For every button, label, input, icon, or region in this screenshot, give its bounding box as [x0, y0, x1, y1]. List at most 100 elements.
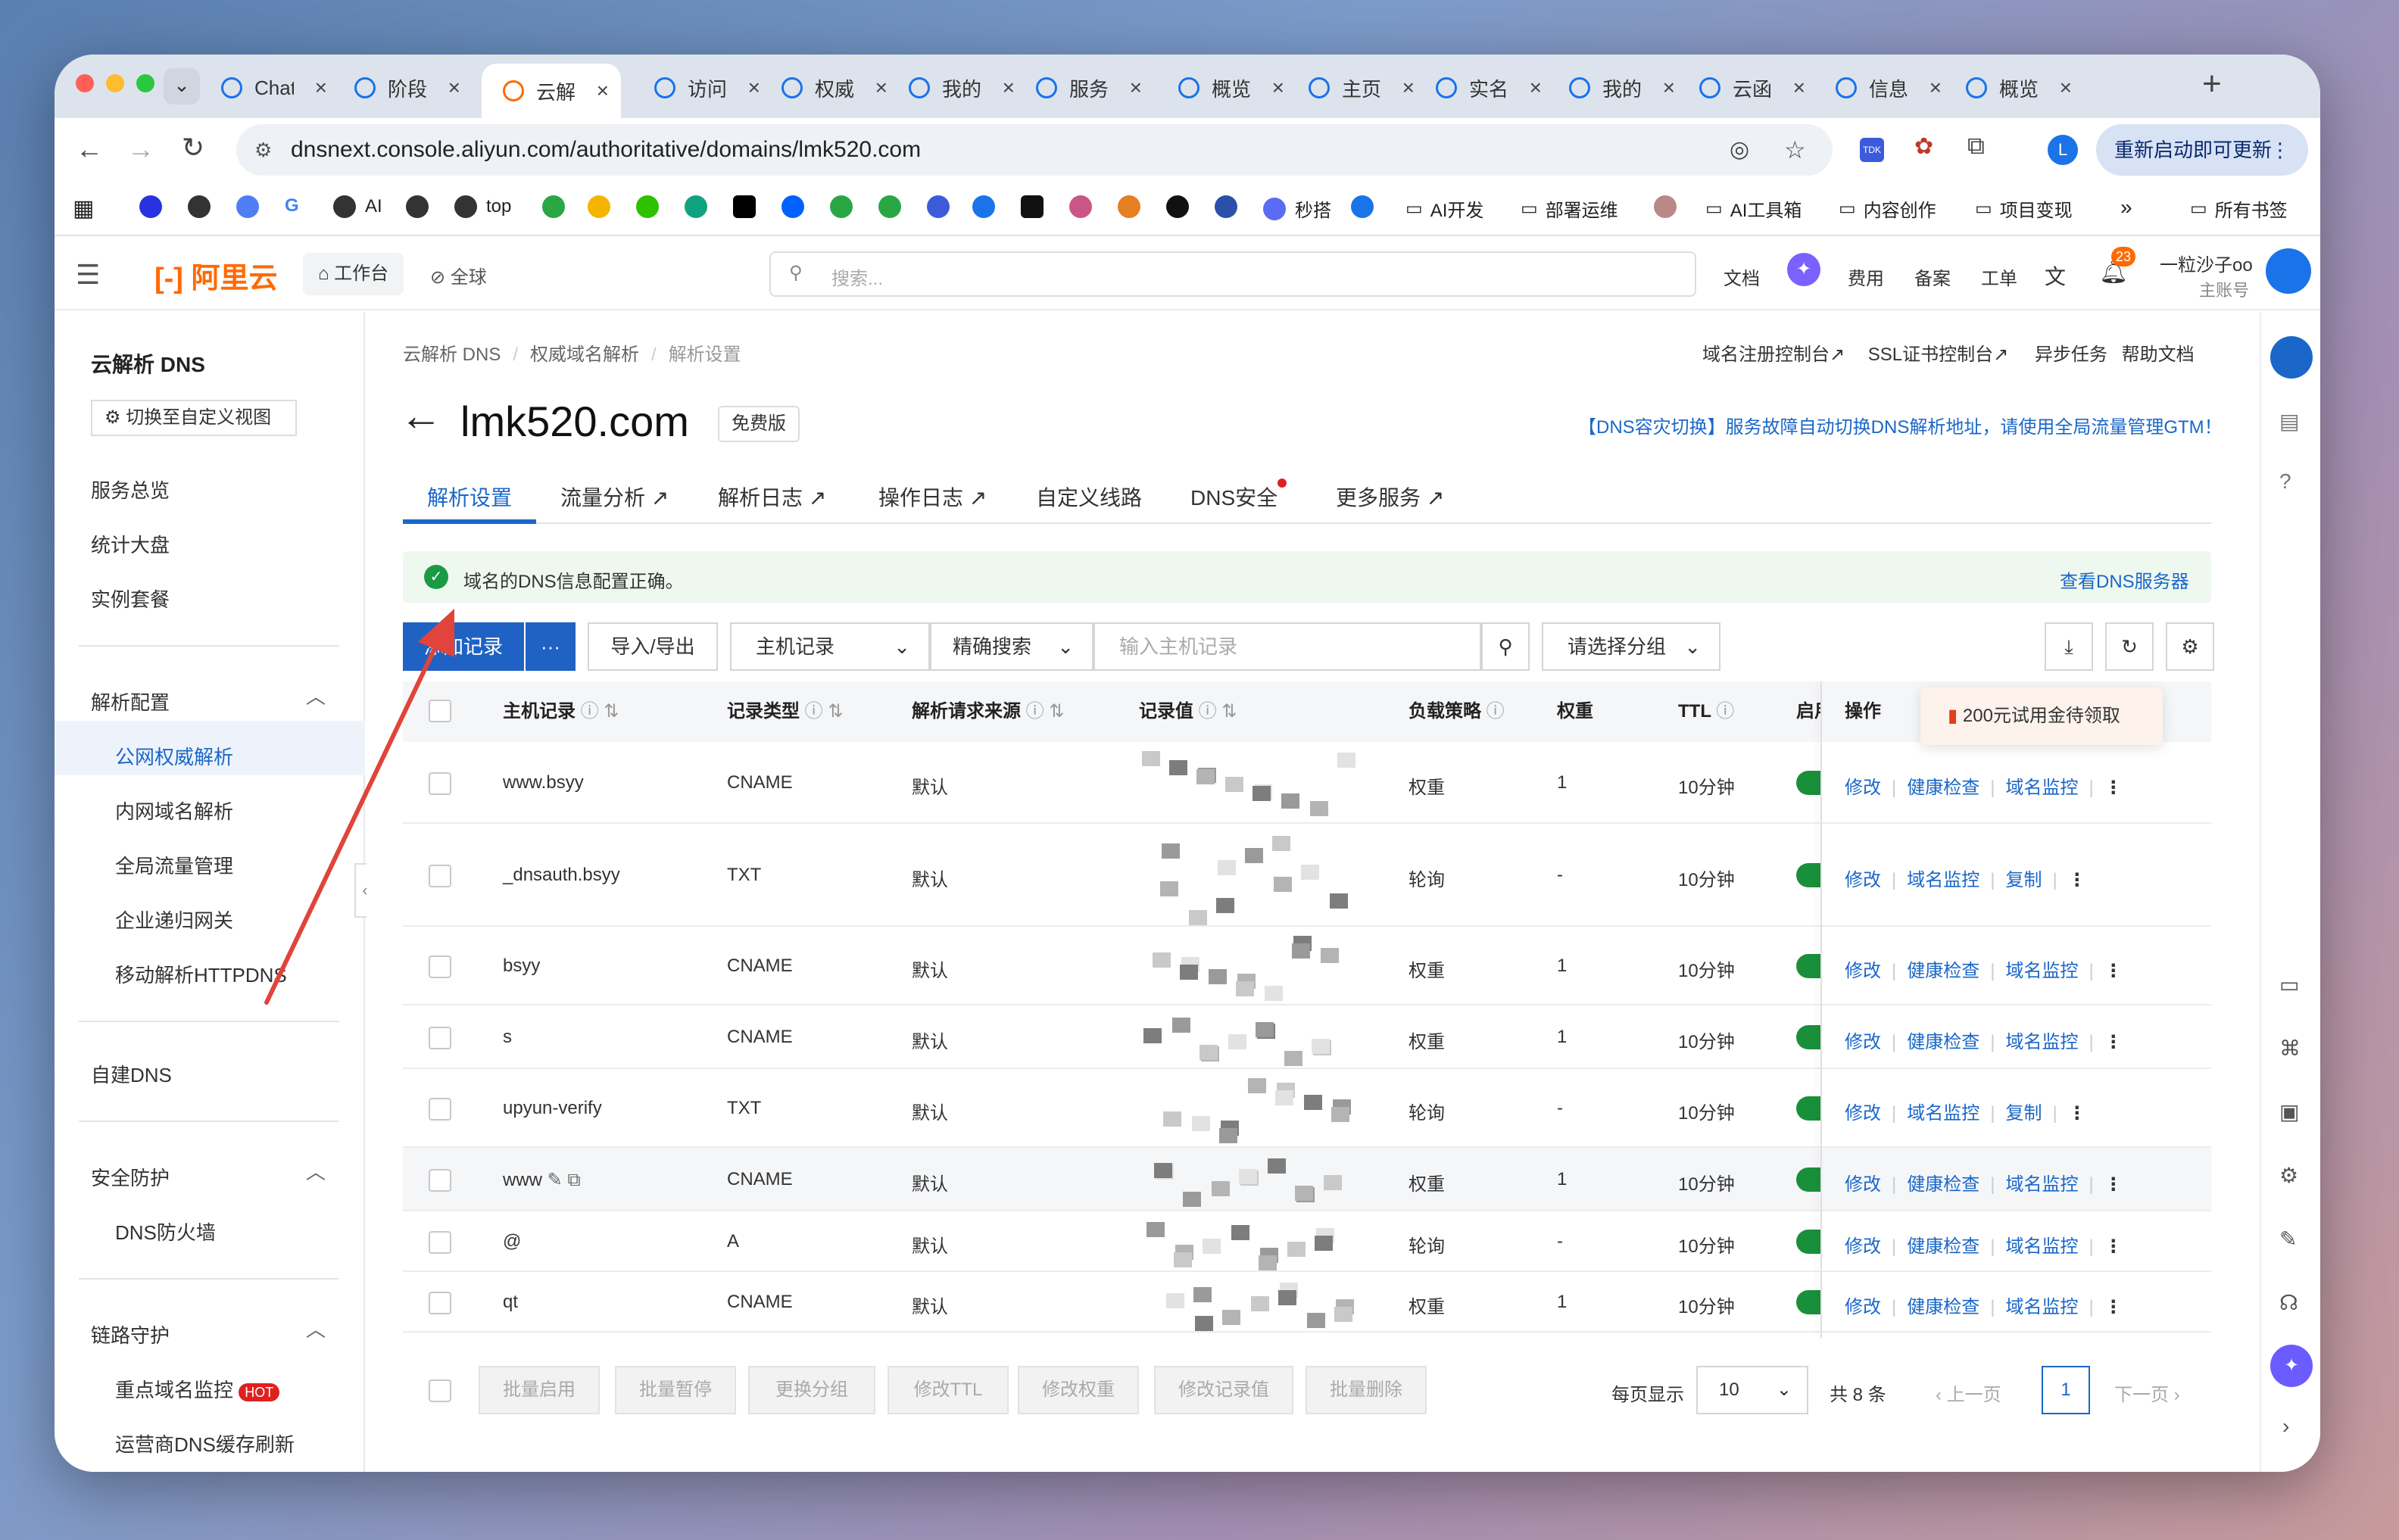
- sidebar-config-item[interactable]: 企业递归网关: [115, 906, 233, 934]
- tab-custom-line[interactable]: 自定义线路: [1036, 482, 1142, 512]
- sidebar-item-cache-refresh[interactable]: 运营商DNS缓存刷新: [115, 1429, 295, 1457]
- url-bar[interactable]: ⚙ dnsnext.console.aliyun.com/authoritati…: [236, 124, 1833, 176]
- match-mode-select[interactable]: 精确搜索 ⌄: [930, 622, 1093, 671]
- bookmark-icon[interactable]: [927, 195, 959, 218]
- row-action-link[interactable]: 修改: [1845, 961, 1881, 981]
- more-actions-button[interactable]: ···: [526, 622, 576, 671]
- edit-icon[interactable]: ✎: [547, 1170, 563, 1190]
- batch-button[interactable]: 批量删除: [1306, 1366, 1427, 1414]
- help-circle-icon[interactable]: ?: [2279, 469, 2291, 494]
- folder-ai-tools[interactable]: ▭ AI工具箱: [1705, 195, 1802, 222]
- enable-toggle[interactable]: [1796, 1096, 1820, 1121]
- row-action-link[interactable]: 修改: [1845, 870, 1881, 890]
- forward-arrow-icon[interactable]: →: [127, 133, 154, 165]
- sidebar-group-chain[interactable]: 链路守护: [91, 1320, 170, 1348]
- row-checkbox[interactable]: [429, 1098, 451, 1121]
- enable-toggle[interactable]: [1796, 1290, 1820, 1314]
- minimize-window-button[interactable]: [106, 74, 124, 92]
- tab-close-icon[interactable]: ×: [315, 76, 339, 100]
- sidebar-config-item[interactable]: 公网权威解析: [115, 742, 233, 770]
- batch-button[interactable]: 批量暂停: [615, 1366, 736, 1414]
- row-action-link[interactable]: 健康检查: [1907, 1236, 1979, 1257]
- gemini-bookmark-icon[interactable]: [236, 195, 268, 218]
- trial-credit-promo[interactable]: ▮ 200元试用金待领取: [1920, 687, 2163, 745]
- help-sort-icon[interactable]: ⓘ ⇅: [1026, 701, 1065, 722]
- user-avatar[interactable]: [2266, 248, 2311, 294]
- dropbox-bookmark-icon[interactable]: [781, 195, 813, 218]
- row-action-link[interactable]: 域名监控: [2005, 1032, 2078, 1052]
- row-action-link[interactable]: 域名监控: [2005, 1236, 2078, 1257]
- support-headset-icon[interactable]: ☊: [2279, 1290, 2298, 1315]
- browser-tab[interactable]: 访问 ×: [645, 65, 772, 111]
- cloud-bookmark-icon[interactable]: [1351, 195, 1383, 218]
- import-export-button[interactable]: 导入/导出: [588, 622, 718, 671]
- bookmark-top[interactable]: top: [454, 195, 511, 218]
- tab-operation-log[interactable]: 操作日志 ↗: [878, 482, 987, 512]
- ssl-console-link[interactable]: SSL证书控制台: [1868, 344, 1993, 365]
- enable-toggle[interactable]: [1796, 771, 1820, 795]
- ai-assistant-icon[interactable]: ✦: [1787, 253, 1820, 286]
- row-action-link[interactable]: 复制: [2005, 1103, 2042, 1124]
- docs-link[interactable]: 文档: [1724, 263, 1760, 290]
- console-search-input[interactable]: ⚲ 搜索...: [769, 251, 1696, 297]
- sidebar-item-dashboard[interactable]: 统计大盘: [91, 530, 170, 558]
- enable-toggle[interactable]: [1796, 1167, 1820, 1192]
- batch-button[interactable]: 修改记录值: [1154, 1366, 1293, 1414]
- api-icon[interactable]: ⌘: [2279, 1036, 2301, 1061]
- bookmark-ai[interactable]: AI: [333, 195, 382, 218]
- tab-close-icon[interactable]: ×: [1663, 76, 1687, 100]
- browser-tab[interactable]: 信息 ×: [1827, 65, 1954, 111]
- bookmark-icon[interactable]: [588, 195, 619, 218]
- tab-close-icon[interactable]: ×: [1402, 76, 1427, 100]
- tickets-link[interactable]: 工单: [1981, 263, 2017, 290]
- current-page-button[interactable]: 1: [2042, 1366, 2090, 1414]
- sidebar-group-security[interactable]: 安全防护: [91, 1163, 170, 1191]
- bookmark-icon[interactable]: [1166, 195, 1198, 218]
- domain-console-link[interactable]: 域名注册控制台: [1702, 344, 1830, 365]
- tab-traffic-analysis[interactable]: 流量分析 ↗: [560, 482, 669, 512]
- group-select[interactable]: 请选择分组 ⌄: [1542, 622, 1720, 671]
- bookmark-icon[interactable]: [1118, 195, 1150, 218]
- more-vert-icon[interactable]: ⋮: [2104, 961, 2123, 981]
- breadcrumb-item[interactable]: 云解析 DNS: [403, 344, 501, 365]
- host-record-select[interactable]: 主机记录 ⌄: [730, 622, 930, 671]
- row-action-link[interactable]: 域名监控: [2005, 1174, 2078, 1195]
- batch-button[interactable]: 批量启用: [479, 1366, 600, 1414]
- more-vert-icon[interactable]: ⋮: [2104, 1174, 2123, 1195]
- bookmark-icon[interactable]: [685, 195, 716, 218]
- more-vert-icon[interactable]: ⋮: [2104, 1297, 2123, 1317]
- update-button[interactable]: 重新启动即可更新 ⋮: [2096, 124, 2308, 176]
- filing-link[interactable]: 备案: [1914, 263, 1951, 290]
- sidebar-item-overview[interactable]: 服务总览: [91, 475, 170, 503]
- row-action-link[interactable]: 域名监控: [2005, 778, 2078, 798]
- tab-resolve-settings[interactable]: 解析设置: [427, 482, 512, 512]
- row-action-link[interactable]: 健康检查: [1907, 1174, 1979, 1195]
- enable-toggle[interactable]: [1796, 863, 1820, 887]
- ai-sparkle-icon[interactable]: ✦: [2270, 1345, 2313, 1387]
- tab-close-icon[interactable]: ×: [448, 76, 473, 100]
- enable-toggle[interactable]: [1796, 954, 1820, 978]
- browser-tab[interactable]: 概览 ×: [1957, 65, 2084, 111]
- tab-search-chevron-icon[interactable]: ⌄: [164, 68, 200, 104]
- folder-ai-dev[interactable]: ▭ AI开发: [1405, 195, 1483, 222]
- document-icon[interactable]: ▭: [2279, 972, 2299, 997]
- help-sort-icon[interactable]: ⓘ ⇅: [581, 701, 619, 722]
- row-action-link[interactable]: 修改: [1845, 1032, 1881, 1052]
- row-action-link[interactable]: 健康检查: [1907, 1297, 1979, 1317]
- tab-close-icon[interactable]: ×: [1530, 76, 1554, 100]
- sidebar-group-config[interactable]: 解析配置: [91, 687, 170, 715]
- row-checkbox[interactable]: [429, 1169, 451, 1192]
- browser-tab[interactable]: 服务 ×: [1027, 65, 1154, 111]
- tab-more-services[interactable]: 更多服务 ↗: [1336, 482, 1444, 512]
- aliyun-logo[interactable]: [-] 阿里云: [154, 254, 278, 296]
- browser-tab[interactable]: 阶段 ×: [345, 65, 473, 111]
- browser-tab[interactable]: 实名 ×: [1427, 65, 1554, 111]
- more-vert-icon[interactable]: ⋮: [2068, 1103, 2086, 1124]
- copy-icon[interactable]: ⧉: [567, 1170, 580, 1190]
- sidebar-config-item[interactable]: 全局流量管理: [115, 851, 233, 879]
- switch-view-button[interactable]: ⚙ 切换至自定义视图: [91, 400, 297, 436]
- close-window-button[interactable]: [76, 74, 94, 92]
- bookmark-icon[interactable]: [542, 195, 574, 218]
- folder-project[interactable]: ▭ 项目变现: [1975, 195, 2073, 222]
- browser-tab[interactable]: 权威 ×: [772, 65, 900, 111]
